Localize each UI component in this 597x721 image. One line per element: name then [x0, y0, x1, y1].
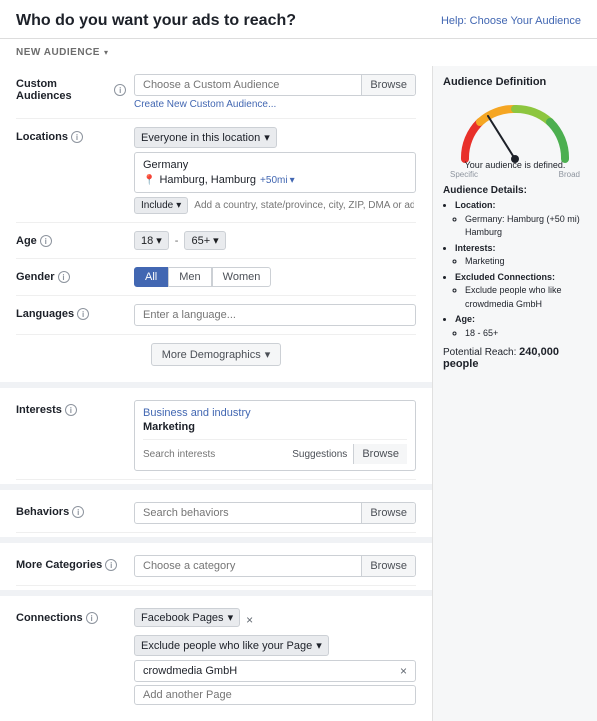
address-input[interactable] [192, 198, 416, 213]
locations-content: Everyone in this location ▾ Germany 📍 Ha… [134, 127, 416, 214]
age-info-icon[interactable]: i [40, 235, 52, 247]
location-detail-label: Location: [455, 200, 496, 210]
interests-detail-value: Marketing [465, 255, 587, 269]
excluded-detail-label: Excluded Connections: [455, 272, 555, 282]
help-link[interactable]: Help: Choose Your Audience [441, 15, 581, 27]
custom-audiences-row: Custom Audiences i Browse Create New Cus… [16, 66, 416, 119]
audience-definition-panel: Audience Definition Your au [432, 66, 597, 721]
connections-info-icon[interactable]: i [86, 612, 98, 624]
age-label: Age i [16, 231, 126, 247]
audience-details: Location: Germany: Hamburg (+50 mi) Hamb… [443, 199, 587, 340]
interests-detail-label: Interests: [455, 243, 496, 253]
gender-info-icon[interactable]: i [58, 271, 70, 283]
locations-row: Locations i Everyone in this location ▾ … [16, 119, 416, 223]
custom-audiences-browse-btn[interactable]: Browse [361, 75, 415, 95]
age-detail-value: 18 - 65+ [465, 327, 587, 341]
age-dash: - [175, 235, 179, 247]
locations-label: Locations i [16, 127, 126, 143]
connections-row: Connections i Facebook Pages ▾ × Exclude… [16, 600, 416, 721]
suggestions-link[interactable]: Suggestions [292, 449, 347, 460]
locations-info-icon[interactable]: i [71, 131, 83, 143]
location-type-dropdown[interactable]: Everyone in this location ▾ [134, 127, 277, 148]
gauge-specific-label: Specific [450, 170, 478, 179]
gauge-broad-label: Broad [559, 170, 580, 179]
gender-label: Gender i [16, 267, 126, 283]
custom-audiences-input[interactable] [135, 75, 361, 95]
exclude-dropdown[interactable]: Exclude people who like your Page ▾ [134, 635, 329, 656]
location-detail-value: Germany: Hamburg (+50 mi) Hamburg [465, 213, 587, 240]
gauge-axis: Specific Broad [450, 170, 580, 179]
audience-details-title: Audience Details: [443, 185, 587, 196]
location-range-dropdown[interactable]: +50mi ▾ [260, 175, 295, 186]
potential-reach: Potential Reach: 240,000 people [443, 346, 587, 370]
pin-icon: 📍 [143, 175, 155, 186]
age-max-select[interactable]: 65+ ▾ [184, 231, 225, 250]
include-row: Include ▾ [134, 197, 416, 214]
page-name-close-icon[interactable]: × [400, 664, 407, 678]
audience-gauge: Your audience is defined. Specific Broad [443, 94, 587, 179]
excluded-detail-value: Exclude people who like crowdmedia GmbH [465, 284, 587, 311]
include-dropdown[interactable]: Include ▾ [134, 197, 188, 214]
languages-row: Languages i [16, 296, 416, 335]
interest-search-row: Suggestions Browse [143, 439, 407, 464]
page-title: Who do you want your ads to reach? [16, 12, 296, 30]
page-name-row: crowdmedia GmbH × [134, 660, 416, 682]
behaviors-content: Browse [134, 502, 416, 524]
gauge-svg [450, 94, 580, 164]
languages-label: Languages i [16, 304, 126, 320]
behaviors-label: Behaviors i [16, 502, 126, 518]
new-audience-label: NEW AUDIENCE [16, 47, 100, 58]
interests-label: Interests i [16, 400, 126, 416]
audience-def-title: Audience Definition [443, 76, 587, 88]
new-audience-dropdown-arrow[interactable]: ▾ [104, 48, 108, 57]
custom-audiences-label: Custom Audiences i [16, 74, 126, 102]
languages-input[interactable] [134, 304, 416, 326]
gauge-label: Your audience is defined. [465, 160, 566, 170]
more-categories-info-icon[interactable]: i [105, 559, 117, 571]
gender-men-btn[interactable]: Men [168, 267, 211, 287]
gender-content: All Men Women [134, 267, 416, 287]
age-row: Age i 18 ▾ - 65+ ▾ [16, 223, 416, 259]
behaviors-input[interactable] [135, 503, 361, 523]
interest-box: Business and industry Marketing Suggesti… [134, 400, 416, 471]
behaviors-info-icon[interactable]: i [72, 506, 84, 518]
age-min-select[interactable]: 18 ▾ [134, 231, 169, 250]
more-categories-row: More Categories i Browse [16, 547, 416, 586]
location-city: 📍 Hamburg, Hamburg +50mi ▾ [143, 174, 407, 186]
more-categories-content: Browse [134, 555, 416, 577]
age-content: 18 ▾ - 65+ ▾ [134, 231, 416, 250]
behaviors-row: Behaviors i Browse [16, 494, 416, 533]
more-categories-label: More Categories i [16, 555, 126, 571]
interests-browse-btn[interactable]: Browse [353, 444, 407, 464]
more-categories-browse-btn[interactable]: Browse [361, 556, 415, 576]
gender-all-btn[interactable]: All [134, 267, 168, 287]
gender-women-btn[interactable]: Women [212, 267, 272, 287]
fb-pages-close-icon[interactable]: × [246, 613, 253, 627]
facebook-pages-dropdown[interactable]: Facebook Pages ▾ [134, 608, 240, 627]
location-country: Germany [143, 159, 407, 171]
languages-content [134, 304, 416, 326]
interest-tag: Marketing [143, 421, 195, 433]
custom-audiences-info-icon[interactable]: i [114, 84, 126, 96]
gender-row: Gender i All Men Women [16, 259, 416, 296]
gender-group: All Men Women [134, 267, 416, 287]
connections-content: Facebook Pages ▾ × Exclude people who li… [134, 608, 416, 705]
interest-category[interactable]: Business and industry [143, 407, 407, 419]
interest-search-input[interactable] [143, 449, 292, 460]
custom-audiences-content: Browse Create New Custom Audience... [134, 74, 416, 110]
more-demographics-btn[interactable]: More Demographics ▾ [151, 343, 282, 366]
languages-info-icon[interactable]: i [77, 308, 89, 320]
add-page-input[interactable] [134, 685, 416, 705]
interests-content: Business and industry Marketing Suggesti… [134, 400, 416, 471]
page-name: crowdmedia GmbH [143, 665, 398, 677]
location-box: Germany 📍 Hamburg, Hamburg +50mi ▾ [134, 152, 416, 193]
interests-info-icon[interactable]: i [65, 404, 77, 416]
connections-label: Connections i [16, 608, 126, 624]
interests-row: Interests i Business and industry Market… [16, 392, 416, 480]
behaviors-browse-btn[interactable]: Browse [361, 503, 415, 523]
create-custom-audience-link[interactable]: Create New Custom Audience... [134, 99, 416, 110]
more-categories-input[interactable] [135, 556, 361, 576]
age-detail-label: Age: [455, 314, 475, 324]
age-selectors: 18 ▾ - 65+ ▾ [134, 231, 416, 250]
